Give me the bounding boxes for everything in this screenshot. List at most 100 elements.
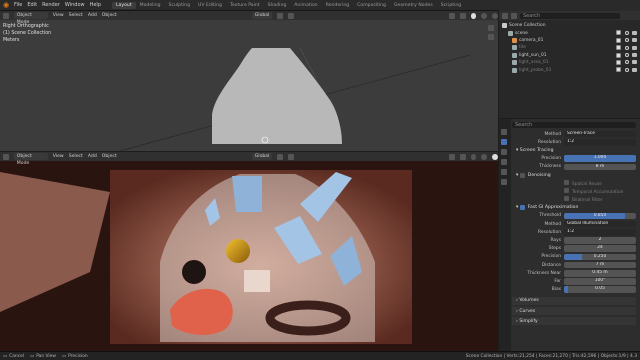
- outliner-item[interactable]: light_area_01: [499, 59, 640, 66]
- rendered-shading-icon[interactable]: [492, 12, 498, 19]
- resolution-dropdown[interactable]: 1:2: [564, 138, 636, 146]
- render-camera-icon[interactable]: [632, 38, 637, 43]
- curves-panel[interactable]: › Curves: [512, 306, 636, 316]
- tab-compositing[interactable]: Compositing: [353, 2, 390, 9]
- rendered-shading-icon[interactable]: [492, 153, 498, 160]
- method-dropdown[interactable]: Screen-Trace: [564, 130, 636, 138]
- view-menu[interactable]: View: [53, 154, 64, 159]
- simplify-panel[interactable]: › Simplify: [512, 317, 636, 326]
- material-shading-icon[interactable]: [481, 12, 488, 19]
- outliner-item[interactable]: tile: [499, 44, 640, 51]
- fast-gi-checkbox[interactable]: [519, 205, 525, 211]
- filter-icon[interactable]: [511, 12, 517, 19]
- outliner-search[interactable]: Search: [520, 12, 620, 19]
- menu-file[interactable]: File: [14, 2, 22, 8]
- menu-help[interactable]: Help: [90, 2, 101, 8]
- tab-scripting[interactable]: Scripting: [437, 2, 465, 9]
- tab-modeling[interactable]: Modeling: [136, 2, 165, 9]
- render-camera-icon[interactable]: [632, 60, 637, 65]
- proportional-icon[interactable]: [288, 153, 294, 160]
- gi-resolution-dropdown[interactable]: 1:2: [564, 229, 636, 236]
- mode-select[interactable]: Object Mode: [13, 12, 48, 25]
- tab-shading[interactable]: Shading: [264, 2, 291, 9]
- exclude-checkbox[interactable]: [616, 52, 621, 58]
- scene-tab-icon[interactable]: [501, 169, 507, 175]
- far-field[interactable]: 100°: [564, 278, 636, 285]
- object-menu[interactable]: Object: [102, 13, 117, 18]
- tab-animation[interactable]: Animation: [290, 2, 321, 9]
- xray-icon[interactable]: [459, 12, 466, 19]
- solid-shading-icon[interactable]: [470, 12, 477, 19]
- tab-texture-paint[interactable]: Texture Paint: [226, 2, 264, 9]
- tab-rendering[interactable]: Rendering: [322, 2, 353, 9]
- denoising-panel[interactable]: ▾ Denoising: [512, 171, 636, 179]
- render-camera-icon[interactable]: [632, 53, 637, 58]
- steps-field[interactable]: 24: [564, 245, 636, 253]
- precision-slider[interactable]: 1.000: [564, 155, 636, 162]
- fast-gi-panel[interactable]: ▾ Fast GI Approximation: [512, 204, 636, 212]
- eye-icon[interactable]: [625, 60, 629, 65]
- select-menu[interactable]: Select: [69, 13, 83, 18]
- eye-icon[interactable]: [625, 38, 629, 43]
- pan-icon[interactable]: [488, 34, 494, 40]
- output-tab-icon[interactable]: [501, 149, 507, 155]
- rays-field[interactable]: 2: [564, 237, 636, 244]
- xray-icon[interactable]: [459, 153, 466, 160]
- menu-window[interactable]: Window: [65, 2, 85, 8]
- eye-icon[interactable]: [625, 30, 629, 35]
- view-layer-tab-icon[interactable]: [501, 159, 507, 165]
- exclude-checkbox[interactable]: [616, 45, 621, 51]
- outliner-item[interactable]: Scene Collection: [499, 22, 640, 29]
- exclude-checkbox[interactable]: [616, 30, 621, 36]
- eye-icon[interactable]: [625, 67, 629, 72]
- tool-tab-icon[interactable]: [501, 129, 507, 135]
- tab-uv-editing[interactable]: UV Editing: [194, 2, 226, 9]
- gi-method-dropdown[interactable]: Global Illumination: [564, 220, 636, 228]
- tab-sculpting[interactable]: Sculpting: [165, 2, 194, 9]
- bias-slider[interactable]: 0.05: [564, 286, 636, 293]
- outliner-item[interactable]: scene: [499, 29, 640, 36]
- add-menu[interactable]: Add: [88, 154, 97, 159]
- properties-search[interactable]: Search: [512, 121, 636, 128]
- editor-type-icon[interactable]: [3, 12, 9, 19]
- exclude-checkbox[interactable]: [616, 67, 621, 73]
- thickness-field[interactable]: 8 m: [564, 163, 636, 171]
- exclude-checkbox[interactable]: [616, 37, 621, 43]
- editor-type-icon[interactable]: [3, 153, 9, 160]
- outliner-item[interactable]: camera_01: [499, 37, 640, 44]
- threshold-slider[interactable]: 0.850: [564, 212, 636, 220]
- viewport-top[interactable]: Object Mode View Select Add Object Globa…: [0, 11, 498, 151]
- overlay-icon[interactable]: [448, 153, 455, 160]
- render-tab-icon[interactable]: [501, 139, 507, 145]
- exclude-checkbox[interactable]: [616, 59, 621, 65]
- outliner-item[interactable]: light_probe_01: [499, 66, 640, 73]
- tab-layout[interactable]: Layout: [112, 1, 136, 9]
- screen-tracing-panel[interactable]: ▾ Screen Tracing: [512, 146, 636, 154]
- tab-geometry-nodes[interactable]: Geometry Nodes: [390, 2, 437, 9]
- viewport-bottom[interactable]: Object Mode View Select Add Object Globa…: [0, 152, 498, 351]
- gi-precision-slider[interactable]: 0.250: [564, 253, 636, 261]
- eye-icon[interactable]: [625, 45, 629, 50]
- snap-icon[interactable]: [277, 153, 284, 160]
- object-menu[interactable]: Object: [102, 154, 117, 159]
- render-camera-icon[interactable]: [632, 45, 637, 50]
- eye-icon[interactable]: [625, 53, 629, 58]
- temporal-accumulation-checkbox[interactable]: [564, 187, 569, 193]
- render-camera-icon[interactable]: [632, 67, 637, 72]
- material-shading-icon[interactable]: [481, 153, 488, 160]
- solid-shading-icon[interactable]: [470, 153, 477, 160]
- blender-logo-icon[interactable]: ◉: [3, 1, 11, 9]
- denoising-checkbox[interactable]: [519, 172, 525, 178]
- proportional-icon[interactable]: [288, 12, 294, 19]
- select-menu[interactable]: Select: [69, 154, 83, 159]
- menu-render[interactable]: Render: [42, 2, 60, 8]
- snap-icon[interactable]: [277, 12, 284, 19]
- outliner-type-icon[interactable]: [502, 12, 508, 19]
- transform-orientation[interactable]: Global: [251, 153, 273, 160]
- view-menu[interactable]: View: [53, 13, 64, 18]
- overlay-icon[interactable]: [448, 12, 455, 19]
- mode-select[interactable]: Object Mode: [13, 153, 48, 166]
- distance-field[interactable]: 7 m: [564, 261, 636, 269]
- spatial-reuse-checkbox[interactable]: [564, 179, 569, 185]
- thickness-near-field[interactable]: 0.45 m: [564, 269, 636, 277]
